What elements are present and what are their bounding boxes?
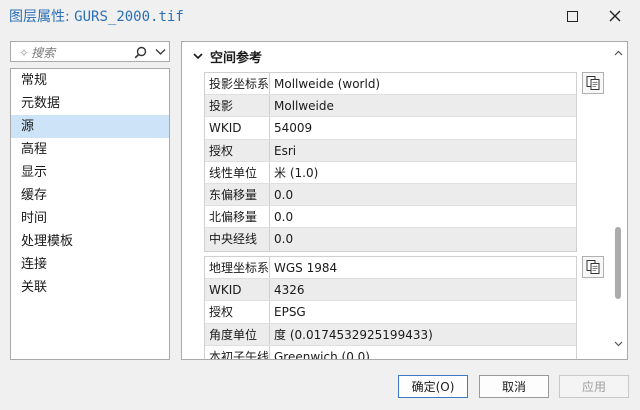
properties-panel: 空间参考 投影坐标系 Mollweide (world) 投影 Mollweide WK… bbox=[181, 41, 628, 360]
property-row: 中央经线 0.0 bbox=[205, 228, 576, 251]
property-value: 米 (1.0) bbox=[274, 165, 319, 180]
property-value: EPSG bbox=[274, 305, 306, 320]
maximize-button[interactable] bbox=[555, 2, 589, 30]
property-row: WKID 4326 bbox=[205, 279, 576, 302]
property-row: 北偏移量 0.0 bbox=[205, 206, 576, 229]
chevron-down-icon bbox=[193, 53, 203, 60]
property-value: WGS 1984 bbox=[274, 261, 338, 275]
title-bar: 图层属性: GURS_2000.tif bbox=[0, 0, 640, 34]
property-key: 北偏移量 bbox=[205, 206, 270, 228]
cancel-button[interactable]: 取消 bbox=[479, 375, 549, 398]
section-header-spatial-reference[interactable]: 空间参考 bbox=[191, 46, 262, 66]
property-key: 授权 bbox=[205, 301, 270, 323]
search-placeholder: ✧ 搜索 bbox=[19, 44, 55, 61]
sidebar-item[interactable]: 源 bbox=[11, 115, 169, 138]
sidebar-item[interactable]: 常规 bbox=[11, 69, 169, 92]
property-row: WKID 54009 bbox=[205, 117, 576, 140]
chevron-down-icon[interactable] bbox=[152, 45, 168, 59]
property-key: 授权 bbox=[205, 139, 270, 161]
copy-icon bbox=[586, 260, 600, 274]
property-key: 投影坐标系 bbox=[205, 73, 270, 95]
property-row: 投影 Mollweide bbox=[205, 95, 576, 118]
window-title-prefix: 图层属性: bbox=[9, 9, 75, 25]
property-value: 0.0 bbox=[274, 187, 294, 202]
property-key: 地理坐标系 bbox=[205, 257, 270, 279]
search-icon[interactable] bbox=[132, 45, 148, 59]
scroll-up-icon[interactable] bbox=[613, 48, 623, 58]
scroll-thumb[interactable] bbox=[615, 227, 621, 299]
property-value: 0.0 bbox=[274, 232, 294, 247]
vertical-scrollbar[interactable] bbox=[609, 42, 627, 359]
property-value: 4326 bbox=[274, 283, 305, 298]
search-input[interactable]: ✧ 搜索 bbox=[10, 41, 170, 62]
copy-geographic-button[interactable] bbox=[582, 256, 604, 278]
sidebar-item[interactable]: 高程 bbox=[11, 138, 169, 161]
property-value: 0.0 bbox=[274, 210, 294, 225]
window-title-file: GURS_2000.tif bbox=[74, 9, 184, 25]
property-key: WKID bbox=[205, 117, 270, 139]
sidebar-item[interactable]: 元数据 bbox=[11, 92, 169, 115]
property-value: 度 (0.0174532925199433) bbox=[274, 327, 433, 342]
section-title: 空间参考 bbox=[210, 50, 263, 66]
geographic-coordinate-table: 地理坐标系 WGS 1984 WKID 4326 授权 EPSG 角度单位度 (0.0174… bbox=[204, 256, 577, 360]
property-row: 授权 Esri bbox=[205, 139, 576, 162]
scroll-down-icon[interactable] bbox=[613, 339, 623, 349]
property-value: Mollweide bbox=[274, 99, 334, 114]
sidebar-item[interactable]: 连接 bbox=[11, 253, 169, 276]
sidebar-item[interactable]: 缓存 bbox=[11, 184, 169, 207]
sidebar-item[interactable]: 显示 bbox=[11, 161, 169, 184]
property-key: 本初子午线 bbox=[205, 345, 270, 359]
property-row: 地理坐标系 WGS 1984 bbox=[205, 257, 576, 280]
property-row: 线性单位米 (1.0) bbox=[205, 161, 576, 184]
property-row: 东偏移量 0.0 bbox=[205, 183, 576, 207]
property-key: 角度单位 bbox=[205, 323, 270, 345]
close-button[interactable] bbox=[598, 2, 632, 30]
property-key: WKID bbox=[205, 279, 270, 301]
property-row: 投影坐标系 Mollweide (world) bbox=[205, 73, 576, 96]
sidebar-list: 常规 元数据源高程 显示 缓存 时间 处理模板 连接 关联 bbox=[10, 68, 170, 360]
property-value: Greenwich (0.0) bbox=[274, 349, 370, 360]
property-row: 角度单位度 (0.0174532925199433) bbox=[205, 323, 576, 346]
property-key: 线性单位 bbox=[205, 161, 270, 183]
property-row: 授权 EPSG bbox=[205, 301, 576, 324]
copy-projected-button[interactable] bbox=[582, 72, 604, 94]
property-value: Esri bbox=[274, 143, 297, 158]
property-key: 中央经线 bbox=[205, 228, 270, 251]
search-wand-icon: ✧ bbox=[19, 46, 30, 60]
property-value: Mollweide (world) bbox=[274, 77, 381, 91]
property-value: 54009 bbox=[274, 121, 313, 136]
maximize-icon bbox=[566, 10, 578, 22]
search-placeholder-text: 搜索 bbox=[31, 46, 56, 60]
window-title: 图层属性: GURS_2000.tif bbox=[9, 6, 184, 26]
sidebar-item[interactable]: 时间 bbox=[11, 207, 169, 230]
copy-icon bbox=[586, 76, 600, 90]
sidebar-item[interactable]: 关联 bbox=[11, 276, 169, 299]
projected-coordinate-table: 投影坐标系 Mollweide (world) 投影 Mollweide WKID 540… bbox=[204, 72, 577, 252]
apply-button[interactable]: 应用 bbox=[559, 375, 629, 398]
property-key: 东偏移量 bbox=[205, 183, 270, 206]
sidebar-item[interactable]: 处理模板 bbox=[11, 230, 169, 253]
ok-button[interactable]: 确定(O) bbox=[398, 375, 468, 398]
property-row: 本初子午线 Greenwich (0.0) bbox=[205, 345, 576, 360]
property-key: 投影 bbox=[205, 95, 270, 117]
close-icon bbox=[609, 10, 621, 22]
